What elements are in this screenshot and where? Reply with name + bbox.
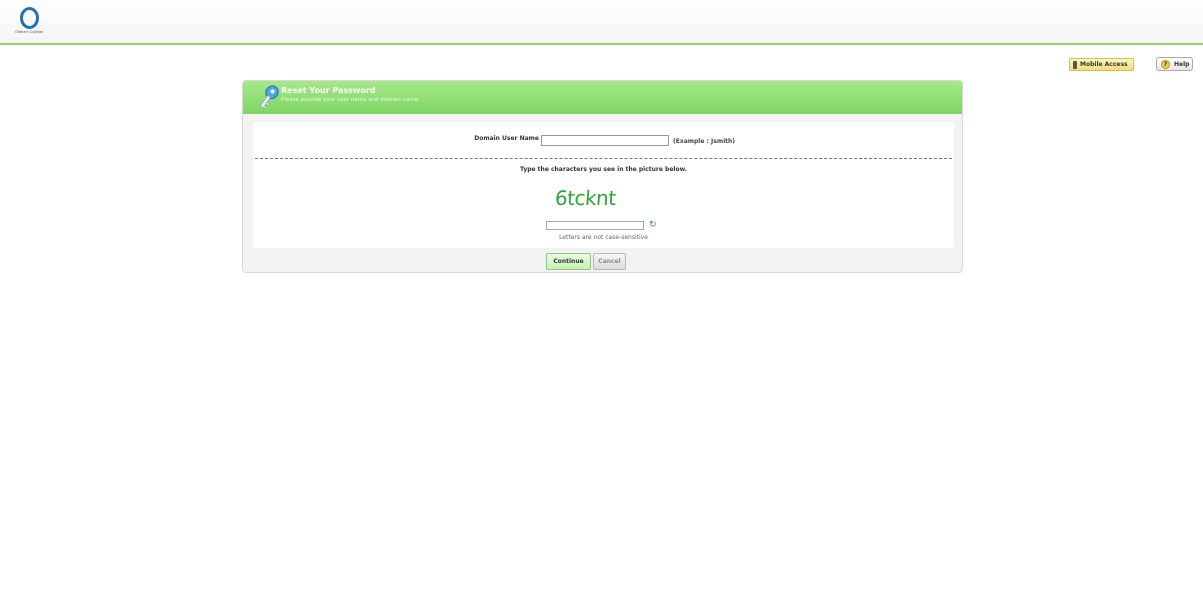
panel-header: Reset Your Password Please provide your …	[243, 81, 962, 114]
help-button[interactable]: ? Help	[1156, 57, 1193, 71]
domain-user-name-label: Domain User Name	[474, 135, 539, 142]
logo-text: Oldham College	[15, 30, 43, 34]
mobile-access-label: Mobile Access	[1080, 61, 1128, 68]
help-label: Help	[1174, 60, 1190, 68]
help-icon: ?	[1161, 59, 1170, 69]
continue-button[interactable]: Continue	[546, 253, 591, 270]
form-area: Domain User Name (Example : Jsmith) Type…	[253, 122, 954, 248]
mobile-access-button[interactable]: Mobile Access	[1069, 58, 1134, 71]
logo-ring-icon	[20, 7, 39, 29]
page-subtitle: Please provide your user name and domain…	[281, 97, 420, 103]
key-icon	[259, 85, 279, 109]
refresh-icon[interactable]: ↻	[649, 221, 658, 230]
page-title: Reset Your Password	[281, 86, 376, 95]
dashed-divider	[255, 158, 952, 159]
domain-example-hint: (Example : Jsmith)	[673, 138, 736, 145]
captcha-image: 6tcknt	[554, 186, 617, 210]
case-sensitivity-note: Letters are not case-sensitive	[559, 234, 648, 241]
top-header: Oldham College	[0, 0, 1203, 45]
domain-user-name-input[interactable]	[541, 135, 669, 146]
college-logo[interactable]: Oldham College	[9, 7, 49, 39]
phone-icon	[1073, 60, 1077, 69]
reset-password-panel: Reset Your Password Please provide your …	[242, 80, 963, 273]
cancel-button[interactable]: Cancel	[593, 253, 626, 270]
captcha-input[interactable]	[546, 221, 644, 230]
captcha-prompt: Type the characters you see in the pictu…	[519, 166, 688, 173]
